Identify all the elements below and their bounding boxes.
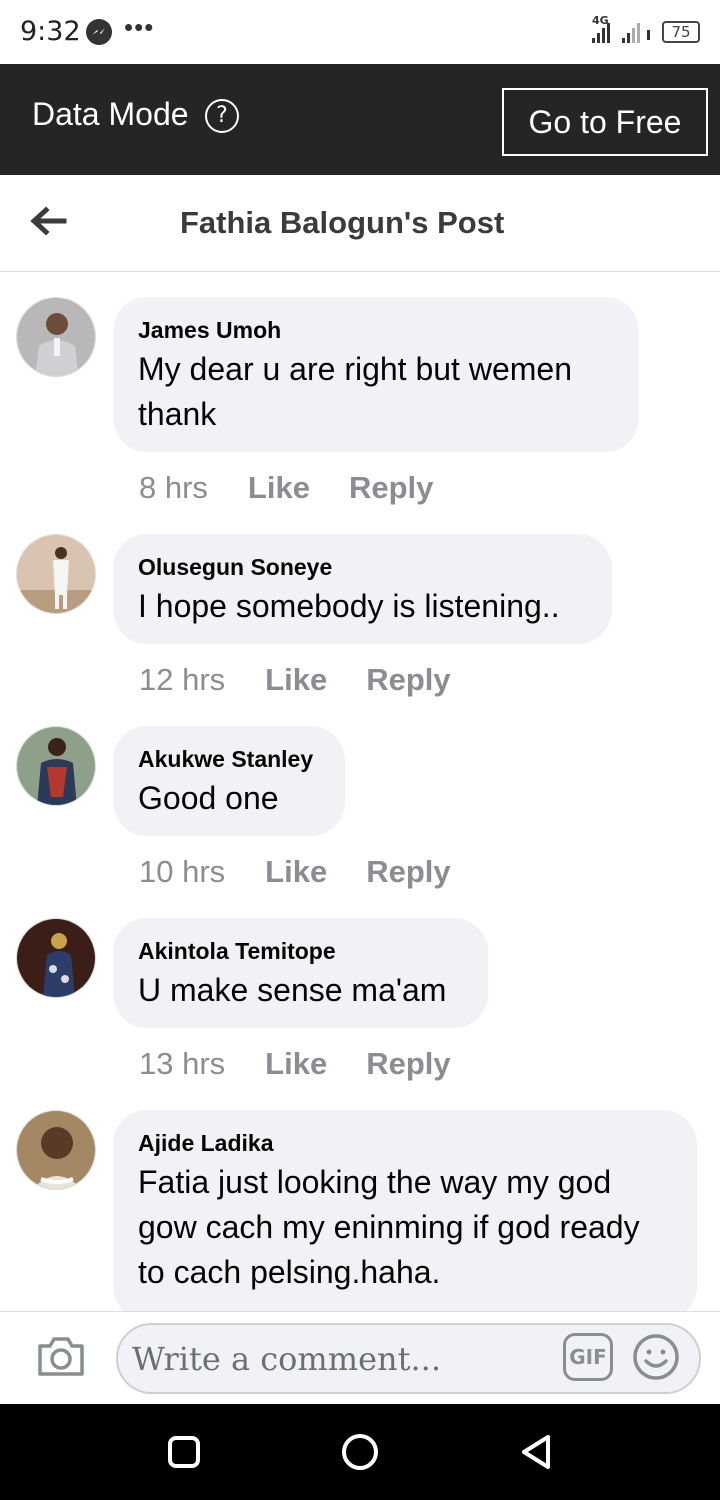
recent-apps-icon[interactable]	[164, 1432, 204, 1472]
status-bar: 9:32 ••• 4G 75	[0, 0, 720, 64]
comment-text: I hope somebody is listening..	[138, 588, 560, 624]
post-header: Fathia Balogun's Post	[0, 175, 720, 272]
comment-time: 8 hrs	[139, 470, 208, 505]
comment-bubble: James Umoh My dear u are right but wemen…	[113, 297, 639, 452]
back-nav-icon[interactable]	[516, 1432, 556, 1472]
comment-time: 13 hrs	[139, 1046, 226, 1081]
data-mode-label: Data Mode	[32, 96, 189, 132]
avatar[interactable]	[16, 297, 96, 377]
reply-button[interactable]: Reply	[366, 1046, 450, 1082]
page-title: Fathia Balogun's Post	[180, 205, 505, 240]
smiley-icon[interactable]	[632, 1333, 680, 1381]
battery-icon: 75	[662, 21, 700, 43]
comment-meta: 13 hrs Like Reply	[139, 1046, 490, 1082]
comment-time: 12 hrs	[139, 662, 226, 697]
arrow-left-icon[interactable]	[28, 201, 68, 241]
question-circle-icon[interactable]: ?	[205, 99, 239, 133]
like-button[interactable]: Like	[265, 854, 327, 890]
comment-composer: GIF	[0, 1311, 720, 1404]
like-button[interactable]: Like	[265, 662, 327, 698]
comment-text: Fatia just looking the way my god gow ca…	[138, 1164, 640, 1290]
comment-meta: 10 hrs Like Reply	[139, 854, 490, 890]
comment-time: 10 hrs	[139, 854, 226, 889]
comment-input[interactable]	[116, 1323, 701, 1394]
comment-author[interactable]: Akukwe Stanley	[138, 746, 320, 772]
reply-button[interactable]: Reply	[366, 854, 450, 890]
comment-bubble: Olusegun Soneye I hope somebody is liste…	[113, 534, 612, 644]
comment-meta: 8 hrs Like Reply	[139, 470, 472, 506]
avatar[interactable]	[16, 534, 96, 614]
home-icon[interactable]	[340, 1432, 380, 1472]
comment-author[interactable]: Akintola Temitope	[138, 938, 463, 964]
comment-author[interactable]: James Umoh	[138, 317, 614, 343]
status-time: 9:32	[20, 16, 81, 47]
camera-icon[interactable]	[36, 1334, 86, 1378]
like-button[interactable]: Like	[248, 470, 310, 506]
more-notifications-icon: •••	[124, 12, 155, 42]
avatar[interactable]	[16, 726, 96, 806]
avatar[interactable]	[16, 918, 96, 998]
avatar[interactable]	[16, 1110, 96, 1190]
reply-button[interactable]: Reply	[366, 662, 450, 698]
comment-bubble: Ajide Ladika Fatia just looking the way …	[113, 1110, 697, 1320]
signal-icon	[592, 23, 650, 43]
go-to-free-button[interactable]: Go to Free	[502, 88, 708, 156]
comment-author[interactable]: Olusegun Soneye	[138, 554, 587, 580]
reply-button[interactable]: Reply	[349, 470, 433, 506]
like-button[interactable]: Like	[265, 1046, 327, 1082]
messenger-icon	[86, 19, 112, 45]
comment-bubble: Akukwe Stanley Good one	[113, 726, 345, 836]
comment-meta: 12 hrs Like Reply	[139, 662, 490, 698]
comment-text: My dear u are right but wemen thank	[138, 351, 572, 432]
system-nav-bar	[0, 1404, 720, 1500]
gif-icon[interactable]: GIF	[563, 1333, 613, 1381]
comment-author[interactable]: Ajide Ladika	[138, 1130, 672, 1156]
comment-text: Good one	[138, 780, 279, 816]
comment-text: U make sense ma'am	[138, 972, 447, 1008]
comment-bubble: Akintola Temitope U make sense ma'am	[113, 918, 488, 1028]
